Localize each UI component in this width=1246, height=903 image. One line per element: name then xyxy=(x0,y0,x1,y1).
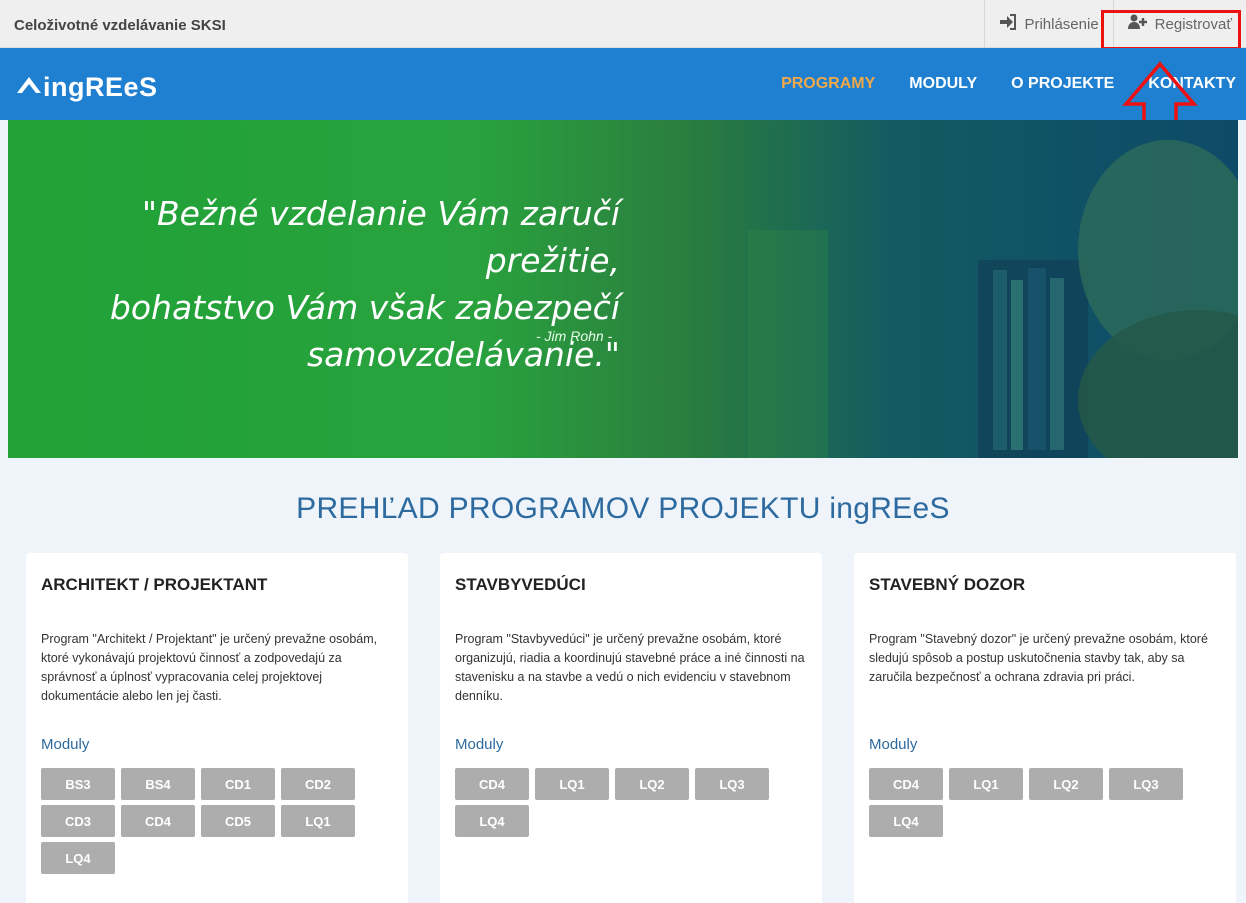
module-chip[interactable]: CD1 xyxy=(201,768,275,800)
card-title[interactable]: ARCHITEKT / PROJEKTANT xyxy=(41,575,267,595)
module-chip[interactable]: LQ4 xyxy=(455,805,529,837)
module-chip[interactable]: BS4 xyxy=(121,768,195,800)
module-chip[interactable]: LQ3 xyxy=(695,768,769,800)
sign-in-icon xyxy=(999,14,1017,34)
hero-quote: "Bežné vzdelanie Vám zaručí prežitie, bo… xyxy=(20,190,620,378)
card-description: Program "Stavebný dozor" je určený preva… xyxy=(869,632,1208,684)
section-title: PREHĽAD PROGRAMOV PROJEKTU ingREeS xyxy=(296,492,950,525)
module-chip[interactable]: LQ3 xyxy=(1109,768,1183,800)
modules-label: Moduly xyxy=(455,736,504,753)
register-highlight-box xyxy=(1101,10,1241,50)
nav-item-programy[interactable]: PROGRAMY xyxy=(781,75,875,93)
hero-banner: "Bežné vzdelanie Vám zaručí prežitie, bo… xyxy=(8,120,1238,458)
program-card-stavbyveduci: STAVBYVEDÚCI Program "Stavbyvedúci" je u… xyxy=(440,553,822,903)
module-chip[interactable]: LQ1 xyxy=(535,768,609,800)
top-bar: Celoživotné vzdelávanie SKSI Prihlásenie… xyxy=(0,0,1246,48)
module-chips: CD4 LQ1 LQ2 LQ3 LQ4 xyxy=(869,768,1199,842)
module-chip[interactable]: CD4 xyxy=(869,768,943,800)
module-chip[interactable]: LQ2 xyxy=(615,768,689,800)
nav-item-moduly[interactable]: MODULY xyxy=(909,75,977,93)
module-chip[interactable]: CD5 xyxy=(201,805,275,837)
module-chip[interactable]: LQ2 xyxy=(1029,768,1103,800)
card-title[interactable]: STAVBYVEDÚCI xyxy=(455,575,586,595)
login-label: Prihlásenie xyxy=(1024,15,1099,33)
module-chip[interactable]: CD3 xyxy=(41,805,115,837)
module-chip[interactable]: CD2 xyxy=(281,768,355,800)
login-link[interactable]: Prihlásenie xyxy=(984,0,1112,48)
module-chips: CD4 LQ1 LQ2 LQ3 LQ4 xyxy=(455,768,785,842)
ingrees-logo-icon xyxy=(15,75,43,100)
modules-label: Moduly xyxy=(869,736,918,753)
module-chip[interactable]: LQ4 xyxy=(41,842,115,874)
card-description: Program "Architekt / Projektant" je urče… xyxy=(41,632,378,703)
logo-text: ingREeS xyxy=(43,72,158,102)
modules-label: Moduly xyxy=(41,736,90,753)
module-chip[interactable]: CD4 xyxy=(455,768,529,800)
card-description: Program "Stavbyvedúci" je určený prevažn… xyxy=(455,632,805,703)
site-name[interactable]: Celoživotné vzdelávanie SKSI xyxy=(14,17,226,34)
module-chip[interactable]: CD4 xyxy=(121,805,195,837)
module-chip[interactable]: LQ1 xyxy=(281,805,355,837)
module-chip[interactable]: LQ1 xyxy=(949,768,1023,800)
quote-line-3: samovzdelávanie." xyxy=(306,335,620,374)
card-title[interactable]: STAVEBNÝ DOZOR xyxy=(869,575,1025,595)
main-nav: ingREeS PROGRAMY MODULY O PROJEKTE KONTA… xyxy=(0,48,1246,120)
quote-line-1: "Bežné vzdelanie Vám zaručí prežitie, xyxy=(141,194,620,280)
logo[interactable]: ingREeS xyxy=(15,72,158,103)
nav-item-o-projekte[interactable]: O PROJEKTE xyxy=(1011,75,1114,93)
program-card-architekt: ARCHITEKT / PROJEKTANT Program "Architek… xyxy=(26,553,408,903)
module-chip[interactable]: LQ4 xyxy=(869,805,943,837)
program-card-stavebny-dozor: STAVEBNÝ DOZOR Program "Stavebný dozor" … xyxy=(854,553,1236,903)
quote-author: - Jim Rohn - xyxy=(536,328,613,344)
quote-line-2: bohatstvo Vám však zabezpečí xyxy=(109,288,620,327)
module-chip[interactable]: BS3 xyxy=(41,768,115,800)
module-chips: BS3 BS4 CD1 CD2 CD3 CD4 CD5 LQ1 LQ4 xyxy=(41,768,371,879)
